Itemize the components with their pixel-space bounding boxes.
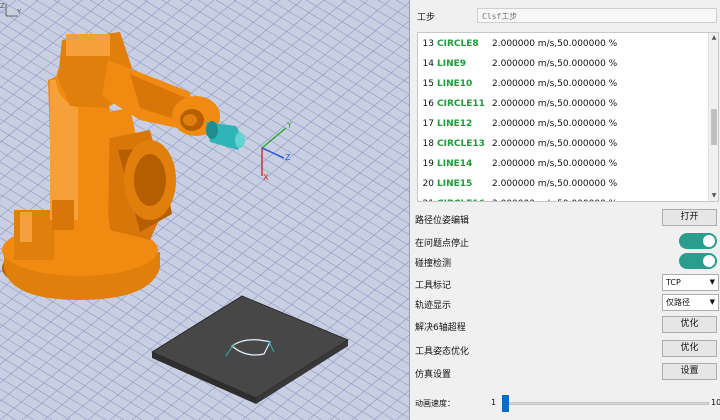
chevron-down-icon: ▼ [709,278,715,286]
step-number: 14 [422,59,434,69]
step-list-item[interactable]: 20 LINE15 2.000000 m/s,50.000000 % [418,173,710,193]
scroll-thumb[interactable] [711,109,717,145]
scene: Y Z X [0,0,409,420]
step-number: 20 [422,179,434,189]
step-number: 19 [422,159,434,169]
step-name: LINE12 [437,119,473,129]
collision-toggle[interactable] [679,253,717,269]
corner-axis-z: Z [0,2,5,10]
step-field[interactable]: Clsf工步 [477,8,717,23]
sim-label: 仿真设置 [415,370,452,380]
step-number: 21 [420,199,434,201]
anim-speed-track[interactable] [503,402,709,405]
step-value: 2.000000 m/s,50.000000 % [492,159,618,169]
view-axis-indicator: Z Y [0,2,22,17]
tool-mark-row: 工具标记 TCP ▼ [411,273,720,293]
step-list-item[interactable]: 15 LINE10 2.000000 m/s,50.000000 % [418,73,710,93]
sim-row: 仿真设置 设置 [411,362,720,382]
step-number: 18 [422,139,434,149]
3d-viewport[interactable]: Y Z X Z Y [0,0,410,420]
properties-panel: 工步 Clsf工步 13 CIRCLE8 2.000000 m/s,50.00000… [411,0,720,420]
tool-pose-optimize-button[interactable]: 优化 [662,340,717,357]
step-list-item[interactable]: 16 CIRCLE11 2.000000 m/s,50.000000 % [418,93,710,113]
step-list-items: 13 CIRCLE8 2.000000 m/s,50.000000 % 14 LINE9… [418,33,710,201]
corner-axis-y: Y [16,8,22,16]
path-edit-open-button[interactable]: 打开 [662,209,717,226]
anim-speed-label: 动画速度： [415,399,455,408]
axis6-label: 解决6轴超程 [415,323,466,333]
step-value: 2.000000 m/s,50.000000 % [492,59,618,69]
path-edit-row: 路径位姿编辑 打开 [411,208,720,228]
step-number: 15 [422,79,434,89]
stop-at-problem-label: 在问题点停止 [415,239,470,249]
step-value: 2.000000 m/s,50.000000 % [492,99,618,109]
step-list-item[interactable]: 14 LINE9 2.000000 m/s,50.000000 % [418,53,710,73]
step-label: 工步 [417,13,436,23]
step-value: 2.000000 m/s,50.000000 % [492,199,617,201]
scroll-down-icon[interactable]: ▼ [710,192,718,200]
axis-label-x: X [263,173,269,182]
axis-label-y: Y [286,121,292,130]
tcp-frame: Y Z X [261,121,292,182]
step-list[interactable]: 13 CIRCLE8 2.000000 m/s,50.000000 % 14 LINE9… [417,32,719,202]
trajectory-row: 轨迹显示 仅路径 ▼ [411,293,720,313]
step-number: 13 [422,39,434,49]
trajectory-value: 仅路径 [666,298,690,307]
step-name: LINE14 [437,159,473,169]
step-list-scrollbar[interactable]: ▲ ▼ [708,33,718,201]
step-value: 2.000000 m/s,50.000000 % [492,79,618,89]
collision-label: 碰撞检测 [415,259,452,269]
step-value: 2.000000 m/s,50.000000 % [492,179,618,189]
axis6-optimize-button[interactable]: 优化 [662,316,717,333]
axis-label-z: Z [285,153,291,162]
toggle-knob [702,254,716,268]
tool-mark-select[interactable]: TCP ▼ [662,274,719,291]
step-name: CIRCLE13 [437,139,485,149]
stop-at-problem-row: 在问题点停止 [411,231,720,251]
step-name: LINE10 [437,79,473,89]
step-name: LINE15 [437,179,473,189]
step-name: CIRCLE11 [437,99,485,109]
step-list-item[interactable]: 17 LINE12 2.000000 m/s,50.000000 % [418,113,710,133]
tool-pose-label: 工具姿态优化 [415,347,470,357]
step-name: CIRCLE16 [437,199,485,201]
step-name: LINE9 [437,59,467,69]
step-list-item[interactable]: 13 CIRCLE8 2.000000 m/s,50.000000 % [418,33,710,53]
anim-speed-max: 10 [711,398,720,407]
step-value: 2.000000 m/s,50.000000 % [492,39,618,49]
step-value: 2.000000 m/s,50.000000 % [492,119,618,129]
collision-row: 碰撞检测 [411,251,720,271]
axis6-row: 解决6轴超程 优化 [411,315,720,335]
work-plate[interactable] [151,295,349,404]
step-list-item[interactable]: 18 CIRCLE13 2.000000 m/s,50.000000 % [418,133,710,153]
tool-pose-row: 工具姿态优化 优化 [411,339,720,359]
trajectory-label: 轨迹显示 [415,301,452,311]
anim-speed-slider-thumb[interactable] [502,395,509,412]
step-list-item[interactable]: 21CIRCLE16 2.000000 m/s,50.000000 % [418,193,710,201]
toggle-knob [702,234,716,248]
anim-speed-row: 动画速度： 1 10 [411,393,720,413]
chevron-down-icon: ▼ [709,298,715,306]
step-number: 16 [422,99,434,109]
tool-mark-label: 工具标记 [415,281,452,291]
sim-settings-button[interactable]: 设置 [662,363,717,380]
path-edit-label: 路径位姿编辑 [415,216,470,226]
trajectory-select[interactable]: 仅路径 ▼ [662,294,719,311]
step-name: CIRCLE8 [437,39,479,49]
step-number: 17 [422,119,434,129]
step-list-item[interactable]: 19 LINE14 2.000000 m/s,50.000000 % [418,153,710,173]
anim-speed-min: 1 [491,398,497,407]
scroll-up-icon[interactable]: ▲ [710,34,718,42]
stop-at-problem-toggle[interactable] [679,233,717,249]
step-value: 2.000000 m/s,50.000000 % [492,139,618,149]
step-row: 工步 Clsf工步 [411,6,720,24]
tool-mark-value: TCP [666,278,681,287]
